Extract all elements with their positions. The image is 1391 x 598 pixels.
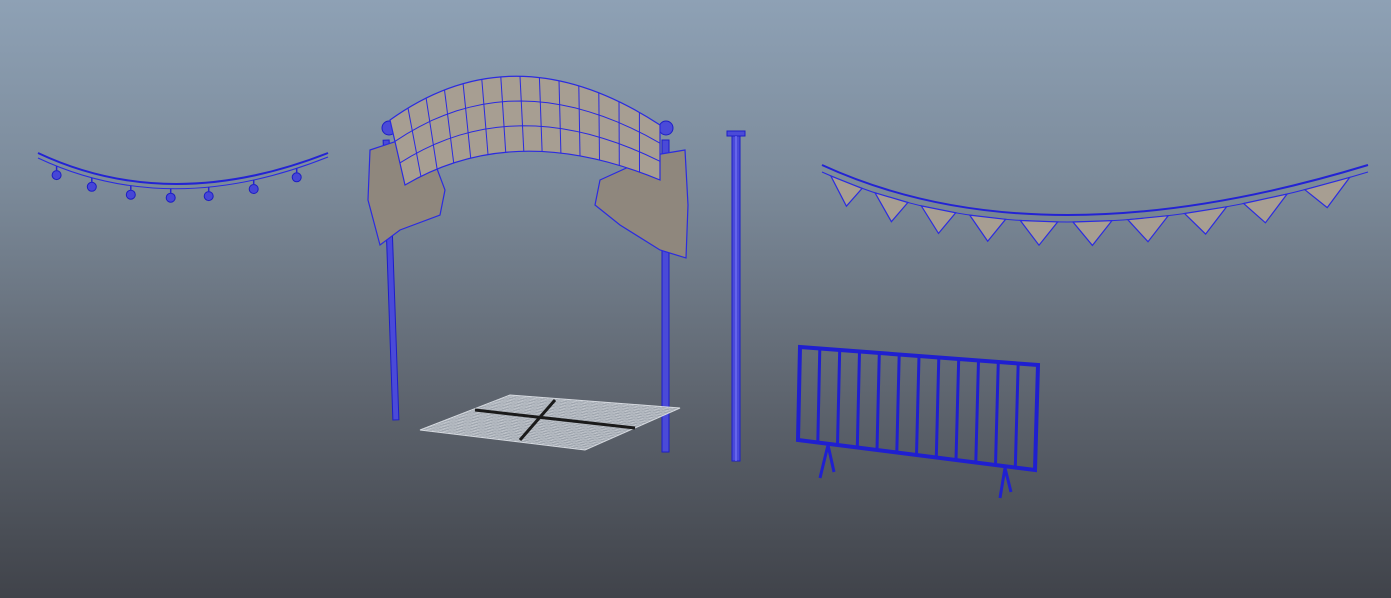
lamp-pole-cap	[726, 130, 746, 137]
bunting-flag	[920, 205, 957, 235]
light-bulb	[248, 184, 259, 194]
crowd-barrier[interactable]	[795, 344, 1041, 499]
scene-canvas[interactable]	[0, 0, 1391, 598]
ground-tile[interactable]	[419, 394, 681, 451]
maya-viewport[interactable]	[0, 0, 1391, 598]
arch-grid-line	[598, 92, 600, 161]
bunting-flag	[968, 214, 1007, 243]
bunting-flag	[1019, 219, 1059, 247]
banner-arch[interactable]	[367, 75, 689, 453]
axis-indicator-icon	[18, 590, 24, 596]
barrier-bar	[836, 349, 842, 446]
barrier-bar	[875, 352, 881, 451]
light-string[interactable]	[37, 152, 329, 203]
barrier-bar	[954, 358, 961, 461]
bunting-flags[interactable]	[821, 164, 1369, 247]
arch-right-finial	[658, 120, 674, 136]
light-bulb	[165, 192, 176, 203]
barrier-right-foot	[998, 467, 1013, 499]
barrier-bar	[974, 360, 980, 463]
light-bulb	[203, 191, 214, 202]
light-bulb	[125, 189, 136, 200]
barrier-bar	[1013, 363, 1020, 468]
barrier-left-foot	[818, 444, 836, 479]
bunting-flag	[1242, 193, 1289, 224]
light-bulb	[291, 172, 302, 183]
bunting-flag	[873, 191, 909, 223]
barrier-bar	[994, 361, 1000, 466]
barrier-bar	[934, 357, 941, 458]
barrier-bars	[816, 348, 1020, 468]
light-bulb	[51, 170, 62, 181]
bunting-flag	[1071, 220, 1114, 247]
bunting-flag	[1126, 214, 1170, 243]
light-bulb	[86, 181, 97, 192]
bunting-triangles	[829, 174, 1352, 247]
barrier-bar	[895, 354, 901, 453]
barrier-bar	[816, 348, 822, 443]
bunting-flag	[1183, 205, 1228, 236]
lamp-pole[interactable]	[726, 130, 746, 462]
barrier-bar	[915, 355, 921, 456]
barrier-bar	[855, 351, 861, 448]
